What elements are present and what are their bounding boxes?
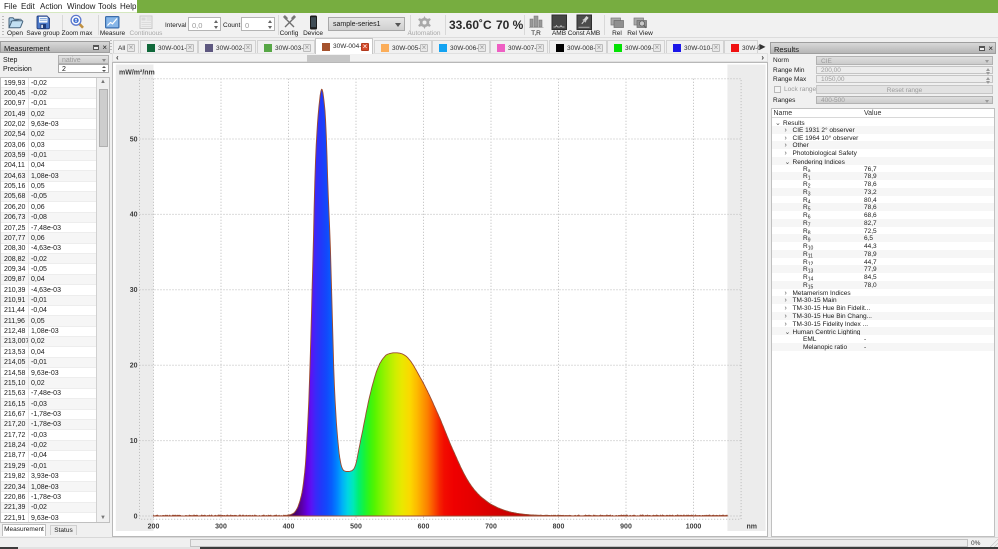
svg-text:20: 20 — [130, 363, 138, 370]
svg-text:0: 0 — [134, 513, 138, 520]
svg-text:1000: 1000 — [686, 524, 702, 531]
svg-text:50: 50 — [130, 136, 138, 143]
svg-text:500: 500 — [350, 524, 362, 531]
svg-text:nm: nm — [747, 524, 758, 531]
svg-text:800: 800 — [553, 524, 565, 531]
svg-text:600: 600 — [418, 524, 430, 531]
svg-text:30: 30 — [130, 287, 138, 294]
svg-text:900: 900 — [620, 524, 632, 531]
svg-text:10: 10 — [130, 438, 138, 445]
svg-text:mW/m²/nm: mW/m²/nm — [119, 70, 155, 77]
svg-text:700: 700 — [485, 524, 497, 531]
svg-text:40: 40 — [130, 212, 138, 219]
